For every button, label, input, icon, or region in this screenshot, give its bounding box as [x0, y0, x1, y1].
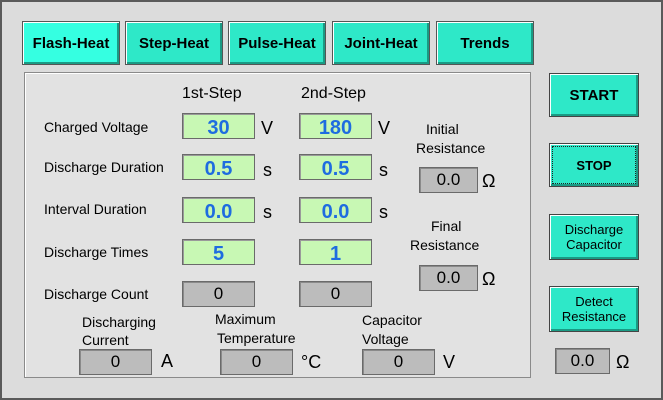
tab-flash-heat[interactable]: Flash-Heat — [22, 21, 120, 65]
capacitor-voltage-label-line1: Capacitor — [362, 312, 422, 328]
tab-trends[interactable]: Trends — [436, 21, 534, 65]
parameter-panel: 1st-Step 2nd-Step Charged Voltage 30 V 1… — [24, 72, 531, 378]
discharge-duration-step1-input[interactable]: 0.5 — [182, 154, 255, 180]
interval-duration-step2-input[interactable]: 0.0 — [299, 197, 372, 223]
discharge-times-step1-input[interactable]: 5 — [182, 239, 255, 265]
charged-voltage-step2-input[interactable]: 180 — [299, 113, 372, 139]
interval-duration-label: Interval Duration — [44, 201, 147, 217]
column-header-1st-step: 1st-Step — [182, 85, 242, 102]
initial-resistance-label-line1: Initial — [426, 121, 459, 137]
interval-duration-step2-unit: s — [379, 202, 388, 222]
capacitor-voltage-unit: V — [443, 352, 456, 372]
stop-button[interactable]: STOP — [549, 143, 639, 187]
discharge-duration-step2-unit: s — [379, 160, 388, 180]
discharge-count-label: Discharge Count — [44, 286, 149, 302]
discharge-count-step2-display: 0 — [299, 281, 372, 307]
detect-resistance-label-line2: Resistance — [561, 309, 627, 324]
discharge-capacitor-button[interactable]: Discharge Capacitor — [549, 214, 639, 260]
tab-label: Trends — [460, 34, 510, 52]
detect-resistance-button[interactable]: Detect Resistance — [549, 286, 639, 332]
interval-duration-step1-input[interactable]: 0.0 — [182, 197, 255, 223]
detect-resistance-label-line1: Detect — [575, 294, 613, 309]
discharge-times-step2-input[interactable]: 1 — [299, 239, 372, 265]
tab-pulse-heat[interactable]: Pulse-Heat — [228, 21, 326, 65]
stop-button-label: STOP — [576, 157, 612, 173]
discharge-duration-label: Discharge Duration — [44, 159, 164, 175]
tab-step-heat[interactable]: Step-Heat — [125, 21, 223, 65]
detect-resistance-unit: Ω — [616, 352, 630, 372]
initial-resistance-unit: Ω — [482, 171, 496, 191]
final-resistance-label-line1: Final — [431, 218, 462, 234]
final-resistance-unit: Ω — [482, 269, 496, 289]
tab-label: Flash-Heat — [32, 34, 110, 52]
final-resistance-display: 0.0 — [419, 265, 478, 291]
charged-voltage-step1-input[interactable]: 30 — [182, 113, 255, 139]
charged-voltage-step2-unit: V — [378, 118, 391, 138]
initial-resistance-display: 0.0 — [419, 167, 478, 193]
discharge-capacitor-label-line2: Capacitor — [566, 237, 622, 252]
max-temperature-label-line2: Temperature — [217, 330, 296, 346]
discharge-count-step1-display: 0 — [182, 281, 255, 307]
max-temperature-display: 0 — [220, 349, 293, 375]
max-temperature-label-line1: Maximum — [215, 311, 276, 327]
charged-voltage-step1-unit: V — [261, 118, 274, 138]
tab-label: Step-Heat — [138, 34, 209, 52]
max-temperature-unit: °C — [301, 352, 322, 372]
discharging-current-label-line1: Discharging — [82, 314, 156, 330]
discharge-duration-step2-input[interactable]: 0.5 — [299, 154, 372, 180]
final-resistance-label-line2: Resistance — [410, 237, 480, 253]
tab-label: Pulse-Heat — [238, 34, 316, 52]
discharging-current-unit: A — [161, 351, 174, 371]
discharge-capacitor-label-line1: Discharge — [564, 222, 624, 237]
tab-joint-heat[interactable]: Joint-Heat — [332, 21, 430, 65]
charged-voltage-label: Charged Voltage — [44, 119, 149, 135]
start-button[interactable]: START — [549, 73, 639, 117]
interval-duration-step1-unit: s — [263, 202, 272, 222]
discharging-current-display: 0 — [79, 349, 152, 375]
discharging-current-label-line2: Current — [82, 332, 129, 348]
column-header-2nd-step: 2nd-Step — [301, 85, 366, 102]
tab-label: Joint-Heat — [344, 34, 418, 52]
detect-resistance-display: 0.0 — [555, 348, 610, 374]
app-window: Flash-Heat Step-Heat Pulse-Heat Joint-He… — [0, 0, 663, 400]
capacitor-voltage-label-line2: Voltage — [362, 331, 409, 347]
discharge-times-label: Discharge Times — [44, 244, 149, 260]
discharge-duration-step1-unit: s — [263, 160, 272, 180]
initial-resistance-label-line2: Resistance — [416, 140, 486, 156]
capacitor-voltage-display: 0 — [362, 349, 435, 375]
start-button-label: START — [569, 86, 619, 104]
